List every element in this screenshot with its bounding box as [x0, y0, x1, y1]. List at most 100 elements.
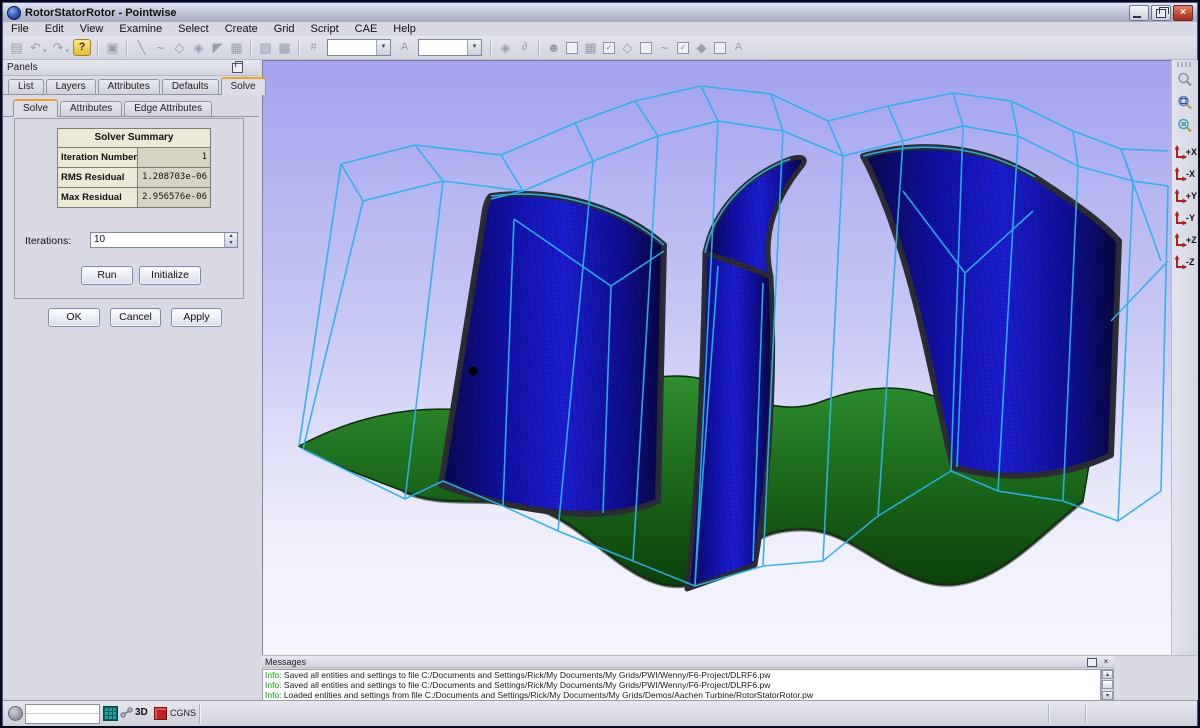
derivative-icon[interactable]: ∂ [515, 38, 534, 57]
menu-view[interactable]: View [72, 23, 112, 35]
scroll-down-icon[interactable]: ▾ [1102, 691, 1113, 700]
create-curve-icon[interactable]: ∼ [151, 38, 170, 57]
mask-points-checkbox[interactable] [566, 42, 578, 54]
tab-solve[interactable]: Solve [221, 77, 266, 95]
create-extrude-icon[interactable]: ◤ [208, 38, 227, 57]
dimension-combo-value [328, 40, 376, 55]
menu-grid[interactable]: Grid [266, 23, 303, 35]
dimension-mode-label[interactable]: 3D [135, 707, 148, 718]
create-structured-domain-icon[interactable]: ◈ [189, 38, 208, 57]
menu-examine[interactable]: Examine [111, 23, 170, 35]
zoom-extents-icon[interactable] [1175, 116, 1195, 136]
toolbar-grip[interactable] [1177, 62, 1191, 67]
tab-defaults[interactable]: Defaults [162, 79, 219, 94]
app-globe-icon [7, 6, 21, 20]
scroll-up-icon[interactable]: ▴ [1102, 670, 1113, 679]
messages-close-icon[interactable]: × [1101, 657, 1111, 667]
view-plus-z-button[interactable]: +Z [1174, 230, 1197, 250]
menu-select[interactable]: Select [170, 23, 217, 35]
mask-domains-checkbox[interactable] [640, 42, 652, 54]
save-icon[interactable]: ▤ [7, 38, 26, 57]
view-plus-y-button[interactable]: +Y [1174, 186, 1197, 206]
unstructured-grid-icon[interactable]: ▩ [275, 38, 294, 57]
initialize-button[interactable]: Initialize [139, 266, 201, 285]
redo-caret-icon[interactable]: ▾ [66, 47, 70, 55]
zoom-icon[interactable] [1175, 70, 1195, 90]
mask-blocks-icon[interactable]: ▦ [581, 38, 600, 57]
messages-scrollbar[interactable]: ▴ ▾ [1101, 669, 1114, 701]
mask-connectors-checkbox[interactable]: ✓ [677, 42, 689, 54]
subtab-edge-attributes[interactable]: Edge Attributes [124, 101, 212, 116]
log-text: Saved all entities and settings to file … [282, 670, 771, 680]
scroll-thumb[interactable] [1102, 680, 1113, 689]
view-plus-x-button[interactable]: +X [1174, 142, 1197, 162]
spacing-icon[interactable]: A [395, 38, 414, 57]
panels-header[interactable]: Panels [3, 60, 259, 76]
apply-button[interactable]: Apply [171, 308, 222, 327]
mask-points-icon[interactable]: ☻ [544, 38, 563, 57]
mask-database-icon[interactable]: ◆ [692, 38, 711, 57]
spacing-combo-caret-icon[interactable]: ▾ [467, 40, 481, 55]
structured-grid-icon[interactable]: ▧ [256, 38, 275, 57]
create-connector-icon[interactable]: ╲ [132, 38, 151, 57]
grid-mode-icon[interactable] [103, 706, 118, 721]
menu-cae[interactable]: CAE [347, 23, 386, 35]
panels-float-icon[interactable] [232, 63, 243, 73]
mask-domains-icon[interactable]: ◇ [618, 38, 637, 57]
menu-script[interactable]: Script [303, 23, 347, 35]
main-toolbar: ▤ ↶ ▾ ↷ ▾ ? ▣ ╲ ∼ ◇ ◈ ◤ ▦ ▧ ▩ # ▾ A ▾ ◈ … [3, 36, 1197, 60]
view-minus-y-button[interactable]: -Y [1174, 208, 1197, 228]
messages-header[interactable]: Messages × [262, 656, 1114, 668]
cancel-button[interactable]: Cancel [110, 308, 161, 327]
assemble-icon[interactable]: ▣ [103, 38, 122, 57]
create-domain-icon[interactable]: ◇ [170, 38, 189, 57]
dimension-icon[interactable]: # [304, 38, 323, 57]
spacing-combo-value [419, 40, 467, 55]
spin-up-icon[interactable]: ▴ [229, 233, 232, 239]
run-button[interactable]: Run [81, 266, 133, 285]
tab-attributes[interactable]: Attributes [98, 79, 160, 94]
view-minus-z-button[interactable]: -Z [1174, 252, 1197, 272]
iterations-spinner[interactable]: ▴ ▾ [224, 233, 237, 247]
help-icon[interactable]: ? [73, 39, 91, 56]
subtab-attributes[interactable]: Attributes [60, 101, 122, 116]
undo-caret-icon[interactable]: ▾ [43, 47, 47, 55]
mask-blocks-checkbox[interactable]: ✓ [603, 42, 615, 54]
view-minus-x-button[interactable]: -X [1174, 164, 1197, 184]
table-row: Iteration Number 1 [58, 148, 210, 168]
iterations-label: Iterations: [25, 235, 71, 247]
title-bar[interactable]: RotorStatorRotor - Pointwise × [3, 3, 1197, 23]
log-tag: Info: [265, 690, 282, 700]
connector-tool-icon[interactable] [120, 706, 133, 719]
zoom-box-icon[interactable] [1175, 93, 1195, 113]
log-line: Info: Saved all entities and settings to… [263, 680, 1100, 690]
close-button[interactable]: × [1173, 5, 1193, 21]
dimension-combo[interactable]: ▾ [327, 39, 391, 56]
menu-create[interactable]: Create [217, 23, 266, 35]
selected-point[interactable] [469, 367, 478, 376]
spin-down-icon[interactable]: ▾ [229, 240, 232, 246]
messages-title: Messages [265, 657, 306, 667]
menu-file[interactable]: File [3, 23, 37, 35]
panel-tab-bar: List Layers Attributes Defaults Solve [3, 78, 259, 95]
iterations-input[interactable]: 10 ▴ ▾ [90, 232, 238, 248]
restore-button[interactable] [1151, 5, 1171, 21]
minimize-button[interactable] [1129, 5, 1149, 21]
subtab-solve[interactable]: Solve [13, 99, 58, 117]
messages-float-icon[interactable] [1087, 658, 1097, 667]
menu-help[interactable]: Help [385, 23, 424, 35]
menu-edit[interactable]: Edit [37, 23, 72, 35]
mask-connectors-icon[interactable]: ∼ [655, 38, 674, 57]
mask-database-checkbox[interactable] [714, 42, 726, 54]
cae-solver-label[interactable]: CGNS [170, 708, 196, 718]
cae-solver-icon[interactable] [154, 707, 167, 720]
mask-spacings-icon[interactable]: A [729, 38, 748, 57]
tab-list[interactable]: List [8, 79, 44, 94]
create-block-icon[interactable]: ▦ [227, 38, 246, 57]
project-icon[interactable]: ◈ [496, 38, 515, 57]
dimension-combo-caret-icon[interactable]: ▾ [376, 40, 390, 55]
display-viewport[interactable] [262, 60, 1171, 656]
ok-button[interactable]: OK [48, 308, 100, 327]
tab-layers[interactable]: Layers [46, 79, 96, 94]
spacing-combo[interactable]: ▾ [418, 39, 482, 56]
